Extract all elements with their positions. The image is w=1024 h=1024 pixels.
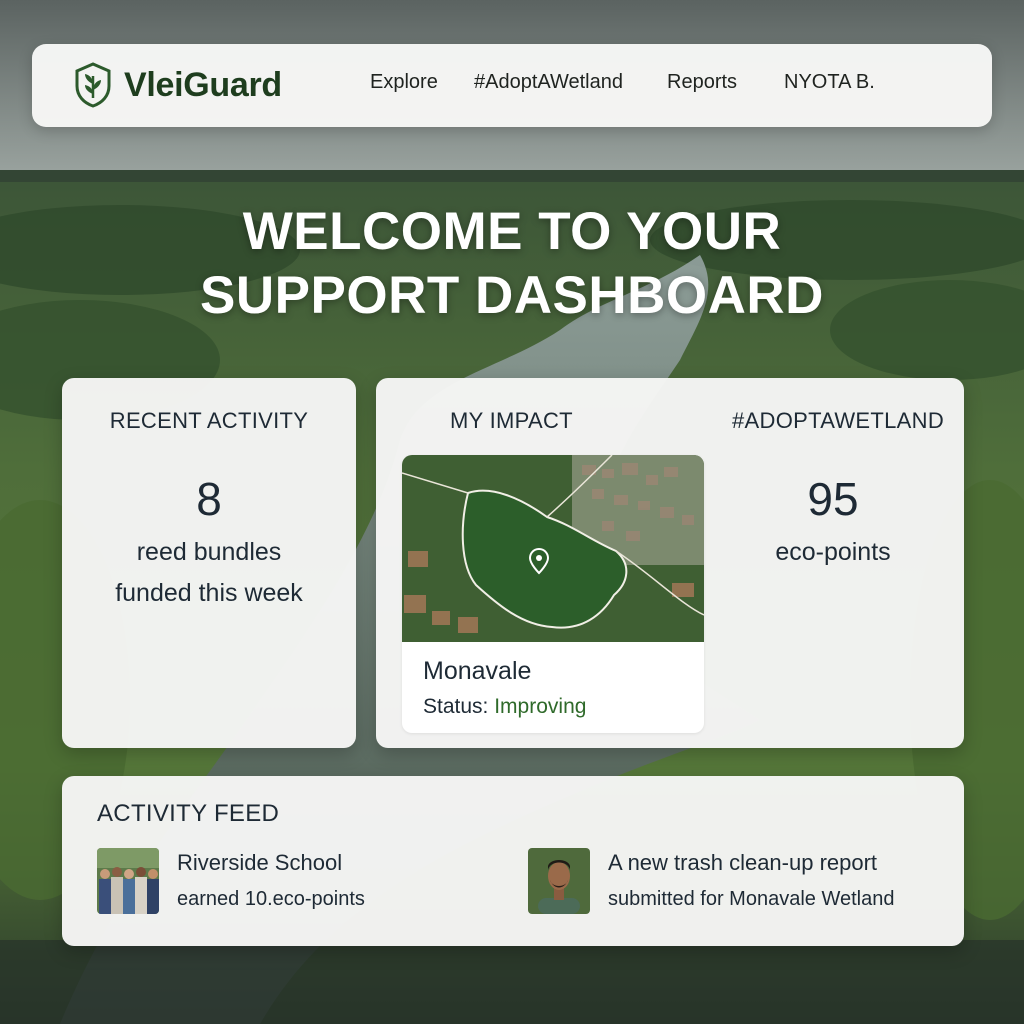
page-title: WELCOME TO YOUR SUPPORT DASHBOARD: [0, 200, 1024, 328]
feed-item-detail: earned 10.eco-points: [177, 888, 365, 910]
page-title-line-1: WELCOME TO YOUR: [242, 202, 782, 261]
nav-link-reports[interactable]: Reports: [667, 71, 737, 94]
feed-item-detail: submitted for Monavale Wetland: [608, 888, 895, 910]
page-title-line-2: SUPPORT DASHBOARD: [200, 266, 824, 325]
leaf-shield-icon: [75, 62, 111, 108]
feed-item-title: A new trash clean-up report: [608, 850, 878, 875]
eco-points-count: 95: [807, 473, 859, 525]
activity-feed-card: ACTIVITY FEED Riverside School earned 10…: [62, 776, 964, 946]
feed-item[interactable]: A new trash clean-up report submitted fo…: [528, 848, 894, 914]
wetland-name: Monavale: [423, 657, 532, 685]
user-menu[interactable]: NYOTA B.: [784, 71, 875, 94]
wetland-status-value: Improving: [494, 695, 587, 718]
wetland-map-tile[interactable]: Monavale Status: Improving: [402, 455, 704, 733]
eco-points-label: eco-points: [775, 538, 891, 566]
adopt-a-wetland-title: #ADOPTAWETLAND: [732, 408, 945, 433]
feed-item[interactable]: Riverside School earned 10.eco-points: [97, 848, 365, 914]
activity-feed-title: ACTIVITY FEED: [97, 800, 280, 827]
feed-item-title: Riverside School: [177, 850, 343, 875]
wetland-satellite-map: [402, 455, 704, 642]
reed-bundles-label-line-2: funded this week: [115, 579, 303, 607]
nav-link-explore[interactable]: Explore: [370, 71, 438, 94]
reed-bundles-count: 8: [196, 473, 222, 525]
my-impact-card: MY IMPACT Monavale Status: Improving #AD…: [376, 378, 964, 748]
brand-name: VleiGuard: [124, 65, 282, 104]
wetland-status-label: Status:: [423, 695, 489, 718]
top-navigation-bar: VleiGuard Explore #AdoptAWetland Reports…: [32, 44, 992, 127]
person-photo-thumbnail: [528, 848, 590, 914]
wetland-status: Status: Improving: [423, 695, 586, 719]
recent-activity-title: RECENT ACTIVITY: [109, 408, 309, 433]
nav-link-adopt-a-wetland[interactable]: #AdoptAWetland: [474, 71, 623, 94]
recent-activity-card: RECENT ACTIVITY 8 reed bundles funded th…: [62, 378, 356, 748]
group-photo-thumbnail: [97, 848, 159, 914]
reed-bundles-label-line-1: reed bundles: [136, 538, 282, 566]
my-impact-title: MY IMPACT: [450, 408, 573, 433]
brand-logo[interactable]: VleiGuard: [74, 62, 282, 108]
